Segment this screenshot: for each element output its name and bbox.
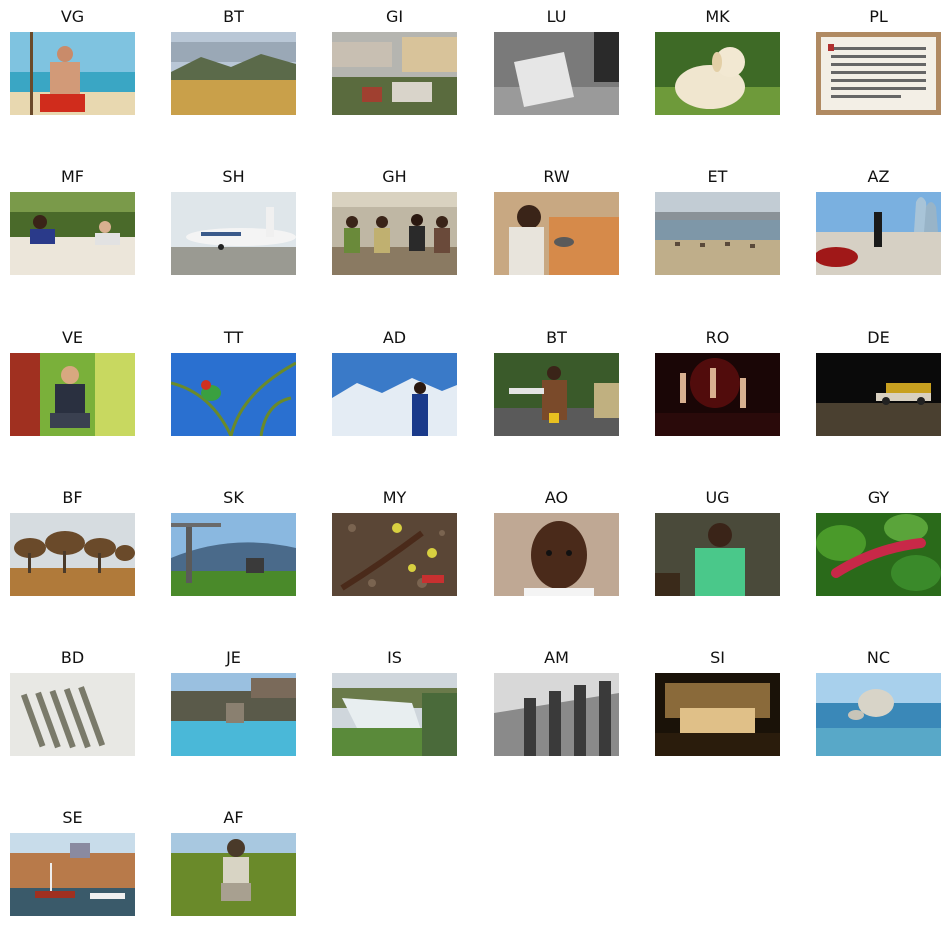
country-code-label: BT bbox=[546, 328, 567, 347]
country-code-label: GI bbox=[385, 7, 404, 26]
country-code-label: VE bbox=[61, 328, 84, 347]
lakeshore-camels-image bbox=[655, 192, 780, 275]
country-code-label: MK bbox=[705, 7, 730, 26]
country-code-label: GY bbox=[867, 488, 890, 507]
country-code-label: IS bbox=[387, 648, 402, 667]
photo-thumbnail bbox=[494, 32, 619, 115]
country-code-label: VG bbox=[60, 7, 85, 26]
photo-thumbnail bbox=[171, 673, 296, 756]
photo-thumbnail bbox=[655, 32, 780, 115]
country-code-label: RO bbox=[705, 328, 730, 347]
young-man-image bbox=[655, 513, 780, 596]
country-code-label: NC bbox=[866, 648, 891, 667]
photo-thumbnail bbox=[171, 833, 296, 916]
plant-soil-image bbox=[332, 513, 457, 596]
country-code-label: AD bbox=[382, 328, 407, 347]
country-code-label: TT bbox=[223, 328, 244, 347]
child-portrait-image bbox=[494, 513, 619, 596]
photo-thumbnail bbox=[655, 673, 780, 756]
photo-thumbnail bbox=[494, 513, 619, 596]
photo-thumbnail bbox=[494, 673, 619, 756]
rock-sea-image bbox=[816, 673, 941, 756]
country-code-label: BD bbox=[60, 648, 85, 667]
woman-cooking-image bbox=[494, 192, 619, 275]
waterfall-image bbox=[332, 673, 457, 756]
columns-grayscale-image bbox=[494, 673, 619, 756]
group-seated-image bbox=[332, 192, 457, 275]
country-code-label: MF bbox=[60, 167, 84, 186]
photo-thumbnail bbox=[10, 673, 135, 756]
photo-thumbnail bbox=[816, 353, 941, 436]
man-field-image bbox=[171, 833, 296, 916]
grassland-valley-image bbox=[171, 32, 296, 115]
country-code-label: LU bbox=[546, 7, 567, 26]
people-lounge-image bbox=[10, 192, 135, 275]
photo-thumbnail bbox=[10, 353, 135, 436]
photo-thumbnail bbox=[171, 32, 296, 115]
country-code-label: GH bbox=[382, 167, 407, 186]
memorial-towers-image bbox=[816, 192, 941, 275]
country-code-label: PL bbox=[869, 7, 888, 26]
country-code-label: RW bbox=[543, 167, 570, 186]
parrot-palm-image bbox=[171, 353, 296, 436]
photo-thumbnail bbox=[816, 32, 941, 115]
puppy-grass-image bbox=[655, 32, 780, 115]
airport-plane-image bbox=[171, 192, 296, 275]
photo-thumbnail bbox=[494, 192, 619, 275]
archery-festival-image bbox=[494, 353, 619, 436]
man-chair-image bbox=[10, 353, 135, 436]
country-code-label: SK bbox=[223, 488, 244, 507]
photo-thumbnail bbox=[332, 192, 457, 275]
photo-thumbnail bbox=[332, 353, 457, 436]
harbor-boats-image bbox=[10, 833, 135, 916]
country-code-label: AF bbox=[223, 808, 244, 827]
sign-grayscale-image bbox=[494, 32, 619, 115]
image-grid: VG BT GI LU MK PL MF SH GH RW ET AZ VE TT AD BT RO DE BF SK… bbox=[0, 0, 950, 946]
photo-thumbnail bbox=[10, 513, 135, 596]
photo-thumbnail bbox=[816, 673, 941, 756]
country-code-label: MY bbox=[382, 488, 407, 507]
country-code-label: ET bbox=[707, 167, 728, 186]
photo-thumbnail bbox=[332, 673, 457, 756]
fence-sticks-image bbox=[10, 673, 135, 756]
photo-thumbnail bbox=[655, 192, 780, 275]
photo-thumbnail bbox=[10, 833, 135, 916]
country-code-label: BT bbox=[223, 7, 244, 26]
country-code-label: SE bbox=[62, 808, 83, 827]
chairlift-image bbox=[171, 513, 296, 596]
night-car-image bbox=[816, 353, 941, 436]
country-code-label: JE bbox=[226, 648, 241, 667]
snowy-mountains-image bbox=[332, 353, 457, 436]
photo-thumbnail bbox=[10, 32, 135, 115]
photo-thumbnail bbox=[171, 192, 296, 275]
photo-thumbnail bbox=[171, 513, 296, 596]
concert-hall-image bbox=[655, 673, 780, 756]
photo-thumbnail bbox=[655, 353, 780, 436]
photo-thumbnail bbox=[332, 32, 457, 115]
text-plaque-image bbox=[816, 32, 941, 115]
coastal-fort-image bbox=[171, 673, 296, 756]
country-code-label: DE bbox=[867, 328, 890, 347]
red-flower-leaves-image bbox=[816, 513, 941, 596]
photo-thumbnail bbox=[332, 513, 457, 596]
beach-portrait-image bbox=[10, 32, 135, 115]
country-code-label: AZ bbox=[867, 167, 890, 186]
country-code-label: SI bbox=[710, 648, 725, 667]
photo-thumbnail bbox=[816, 192, 941, 275]
country-code-label: AM bbox=[544, 648, 569, 667]
photo-thumbnail bbox=[816, 513, 941, 596]
photo-thumbnail bbox=[10, 192, 135, 275]
savanna-trees-image bbox=[10, 513, 135, 596]
country-code-label: UG bbox=[705, 488, 730, 507]
photo-thumbnail bbox=[655, 513, 780, 596]
country-code-label: AO bbox=[544, 488, 569, 507]
photo-thumbnail bbox=[171, 353, 296, 436]
concert-crowd-image bbox=[655, 353, 780, 436]
hillside-town-image bbox=[332, 32, 457, 115]
country-code-label: SH bbox=[222, 167, 245, 186]
country-code-label: BF bbox=[62, 488, 83, 507]
photo-thumbnail bbox=[494, 353, 619, 436]
